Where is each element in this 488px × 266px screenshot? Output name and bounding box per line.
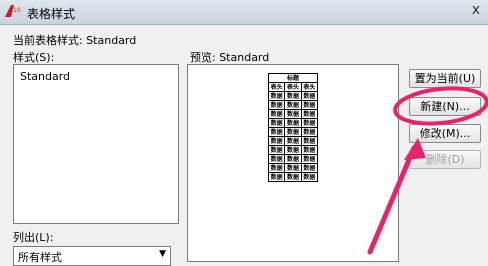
preview-table-title: 标题 xyxy=(268,73,318,83)
preview-data-cell: 数据 xyxy=(300,109,319,119)
preview-data-cell: 数据 xyxy=(300,118,319,128)
preview-data-cell: 数据 xyxy=(284,163,302,173)
window-title: 表格样式 xyxy=(27,7,76,21)
styles-listbox[interactable]: Standard xyxy=(13,64,179,224)
preview-data-cell: 数据 xyxy=(300,154,319,164)
list-filter-select[interactable]: 所有样式 ▼ xyxy=(13,246,171,266)
preview-data-cell: 数据 xyxy=(284,154,302,164)
autocad-logo-icon: 10 xyxy=(5,5,21,17)
preview-data-cell: 数据 xyxy=(267,100,286,110)
delete-button: 删除(D) xyxy=(409,150,481,169)
preview-data-cell: 数据 xyxy=(284,100,302,110)
preview-header-cell: 表头 xyxy=(267,82,286,92)
new-button[interactable]: 新建(N)... xyxy=(409,97,481,116)
preview-data-cell: 数据 xyxy=(267,163,286,173)
preview-data-cell: 数据 xyxy=(300,127,319,137)
modify-button[interactable]: 修改(M)... xyxy=(409,124,481,143)
preview-table: 标题 表头 表头 表头 数据 数据 数据 数据 数据 数据 数据 数据 数据 数据 数据 数据 数据 数据… xyxy=(267,73,319,182)
preview-data-cell: 数据 xyxy=(267,91,286,101)
preview-data-cell: 数据 xyxy=(300,172,319,182)
preview-header-cell: 表头 xyxy=(284,82,302,92)
title-bar: 10 表格样式 x xyxy=(0,0,488,25)
preview-data-cell: 数据 xyxy=(284,127,302,137)
styles-label: 样式(S): xyxy=(13,51,55,64)
preview-header-cell: 表头 xyxy=(300,82,319,92)
preview-data-cell: 数据 xyxy=(300,145,319,155)
set-current-button[interactable]: 置为当前(U) xyxy=(409,69,481,88)
preview-data-cell: 数据 xyxy=(284,91,302,101)
preview-data-cell: 数据 xyxy=(284,109,302,119)
preview-data-cell: 数据 xyxy=(267,109,286,119)
preview-pane: 标题 表头 表头 表头 数据 数据 数据 数据 数据 数据 数据 数据 数据 数据 数据 数据 数据 数据… xyxy=(187,64,399,262)
list-item-standard[interactable]: Standard xyxy=(20,70,70,83)
preview-data-cell: 数据 xyxy=(267,127,286,137)
list-label: 列出(L): xyxy=(13,231,54,244)
preview-data-cell: 数据 xyxy=(267,154,286,164)
preview-data-cell: 数据 xyxy=(300,163,319,173)
current-style-label: 当前表格样式: Standard xyxy=(13,34,137,47)
preview-data-cell: 数据 xyxy=(267,145,286,155)
preview-data-cell: 数据 xyxy=(284,145,302,155)
preview-data-cell: 数据 xyxy=(284,118,302,128)
preview-label: 预览: Standard xyxy=(190,51,270,64)
dropdown-arrow-icon[interactable]: ▼ xyxy=(159,249,166,259)
list-filter-value: 所有样式 xyxy=(18,251,62,264)
preview-data-cell: 数据 xyxy=(284,136,302,146)
svg-text:10: 10 xyxy=(13,7,21,14)
close-icon[interactable]: x xyxy=(472,2,480,18)
preview-data-cell: 数据 xyxy=(284,172,302,182)
preview-data-cell: 数据 xyxy=(300,91,319,101)
preview-data-cell: 数据 xyxy=(300,136,319,146)
preview-data-cell: 数据 xyxy=(267,118,286,128)
preview-data-cell: 数据 xyxy=(267,136,286,146)
preview-data-cell: 数据 xyxy=(267,172,286,182)
preview-data-cell: 数据 xyxy=(300,100,319,110)
